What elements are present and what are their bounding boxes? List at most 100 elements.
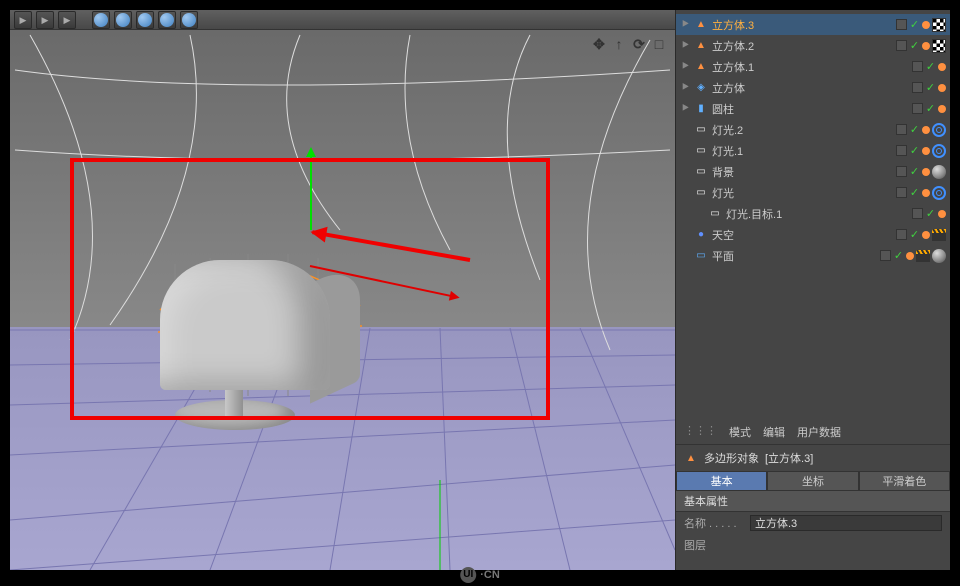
target-tag-icon[interactable]: [932, 186, 946, 200]
expand-icon[interactable]: [680, 77, 690, 98]
render-dot-icon[interactable]: [906, 252, 914, 260]
poly-icon: ▲: [694, 60, 708, 74]
enable-check-icon[interactable]: ✓: [893, 249, 904, 262]
menu-userdata[interactable]: 用户数据: [797, 424, 841, 440]
render-dot-icon[interactable]: [922, 126, 930, 134]
tool-play-icon[interactable]: ▶: [14, 11, 32, 29]
object-name-label[interactable]: 立方体.2: [712, 38, 892, 54]
render-dot-icon[interactable]: [922, 21, 930, 29]
render-dot-icon[interactable]: [922, 42, 930, 50]
orbit-icon[interactable]: ⟳: [631, 36, 647, 52]
object-name-label[interactable]: 立方体: [712, 80, 908, 96]
object-name-label[interactable]: 圆柱: [712, 101, 908, 117]
enable-check-icon[interactable]: ✓: [925, 207, 936, 220]
viewport-3d[interactable]: [10, 30, 675, 570]
menu-edit[interactable]: 编辑: [763, 424, 785, 440]
visibility-toggle[interactable]: [912, 208, 923, 219]
material-tag-icon[interactable]: [932, 165, 946, 179]
visibility-toggle[interactable]: [912, 103, 923, 114]
checker-tag-icon[interactable]: [932, 18, 946, 32]
clapboard-tag-icon[interactable]: [932, 229, 946, 241]
enable-check-icon[interactable]: ✓: [925, 102, 936, 115]
visibility-toggle[interactable]: [880, 250, 891, 261]
tool-play-icon[interactable]: ▶: [58, 11, 76, 29]
pan-icon[interactable]: ✥: [591, 36, 607, 52]
object-toggles: ✓: [896, 144, 946, 158]
object-name-label[interactable]: 天空: [712, 227, 892, 243]
object-row[interactable]: ▲立方体.3✓: [676, 14, 950, 35]
enable-check-icon[interactable]: ✓: [925, 81, 936, 94]
object-row[interactable]: ▭灯光✓: [676, 182, 950, 203]
enable-check-icon[interactable]: ✓: [909, 123, 920, 136]
name-field[interactable]: [750, 515, 942, 531]
visibility-toggle[interactable]: [896, 19, 907, 30]
visibility-toggle[interactable]: [896, 229, 907, 240]
enable-check-icon[interactable]: ✓: [909, 228, 920, 241]
material-tag-icon[interactable]: [932, 249, 946, 263]
object-row[interactable]: ▭灯光.2✓: [676, 119, 950, 140]
expand-icon[interactable]: [680, 56, 690, 77]
object-name-label[interactable]: 灯光.目标.1: [726, 206, 908, 222]
object-name-label[interactable]: 背景: [712, 164, 892, 180]
render-dot-icon[interactable]: [922, 231, 930, 239]
tool-sphere-icon[interactable]: [114, 11, 132, 29]
object-name-label[interactable]: 平面: [712, 248, 876, 264]
checker-tag-icon[interactable]: [932, 39, 946, 53]
object-row[interactable]: ●天空✓: [676, 224, 950, 245]
tab-coord[interactable]: 坐标: [767, 471, 858, 491]
object-row[interactable]: ◈立方体✓: [676, 77, 950, 98]
enable-check-icon[interactable]: ✓: [909, 165, 920, 178]
render-dot-icon[interactable]: [938, 63, 946, 71]
visibility-toggle[interactable]: [896, 166, 907, 177]
object-type-label: 多边形对象: [704, 450, 759, 466]
tab-basic[interactable]: 基本: [676, 471, 767, 491]
tool-play-icon[interactable]: ▶: [36, 11, 54, 29]
object-name-label[interactable]: 灯光.2: [712, 122, 892, 138]
object-row[interactable]: ▲ 立方体.1 ✓: [676, 56, 950, 77]
object-name-label[interactable]: 立方体.1: [712, 59, 908, 75]
enable-check-icon[interactable]: ✓: [909, 144, 920, 157]
tool-sphere-icon[interactable]: [158, 11, 176, 29]
target-tag-icon[interactable]: [932, 123, 946, 137]
object-row[interactable]: ▲立方体.2✓: [676, 35, 950, 56]
object-row[interactable]: ▭平面✓: [676, 245, 950, 266]
object-row[interactable]: ▮圆柱✓: [676, 98, 950, 119]
object-row[interactable]: ▭背景✓: [676, 161, 950, 182]
render-dot-icon[interactable]: [938, 105, 946, 113]
tool-sphere-icon[interactable]: [92, 11, 110, 29]
object-name-label[interactable]: 灯光.1: [712, 143, 892, 159]
visibility-toggle[interactable]: [896, 40, 907, 51]
visibility-toggle[interactable]: [912, 61, 923, 72]
tool-sphere-icon[interactable]: [180, 11, 198, 29]
expand-icon[interactable]: [680, 14, 690, 35]
enable-check-icon[interactable]: ✓: [909, 18, 920, 31]
enable-check-icon[interactable]: ✓: [909, 186, 920, 199]
logo-icon: UI: [460, 567, 476, 583]
object-row[interactable]: ▭灯光.目标.1✓: [676, 203, 950, 224]
target-tag-icon[interactable]: [932, 144, 946, 158]
render-dot-icon[interactable]: [922, 189, 930, 197]
menu-mode[interactable]: 模式: [729, 424, 751, 440]
object-row[interactable]: ▭灯光.1✓: [676, 140, 950, 161]
maximize-icon[interactable]: □: [651, 36, 667, 52]
visibility-toggle[interactable]: [896, 124, 907, 135]
tab-phong[interactable]: 平滑着色: [859, 471, 950, 491]
enable-check-icon[interactable]: ✓: [925, 60, 936, 73]
tool-sphere-icon[interactable]: [136, 11, 154, 29]
object-name-label[interactable]: 立方体.3: [712, 17, 892, 33]
render-dot-icon[interactable]: [938, 84, 946, 92]
visibility-toggle[interactable]: [912, 82, 923, 93]
visibility-toggle[interactable]: [896, 145, 907, 156]
render-dot-icon[interactable]: [938, 210, 946, 218]
expand-icon[interactable]: [680, 35, 690, 56]
object-manager[interactable]: ▲立方体.3✓▲立方体.2✓▲立方体.1✓◈立方体✓▮圆柱✓▭灯光.2✓▭灯光.…: [676, 10, 950, 270]
dolly-icon[interactable]: ↑: [611, 36, 627, 52]
render-dot-icon[interactable]: [922, 147, 930, 155]
render-dot-icon[interactable]: [922, 168, 930, 176]
visibility-toggle[interactable]: [896, 187, 907, 198]
enable-check-icon[interactable]: ✓: [909, 39, 920, 52]
expand-icon[interactable]: [680, 98, 690, 119]
object-name-label[interactable]: 灯光: [712, 185, 892, 201]
grid-icon[interactable]: ⋮⋮⋮: [684, 424, 717, 440]
clapboard-tag-icon[interactable]: [916, 250, 930, 262]
